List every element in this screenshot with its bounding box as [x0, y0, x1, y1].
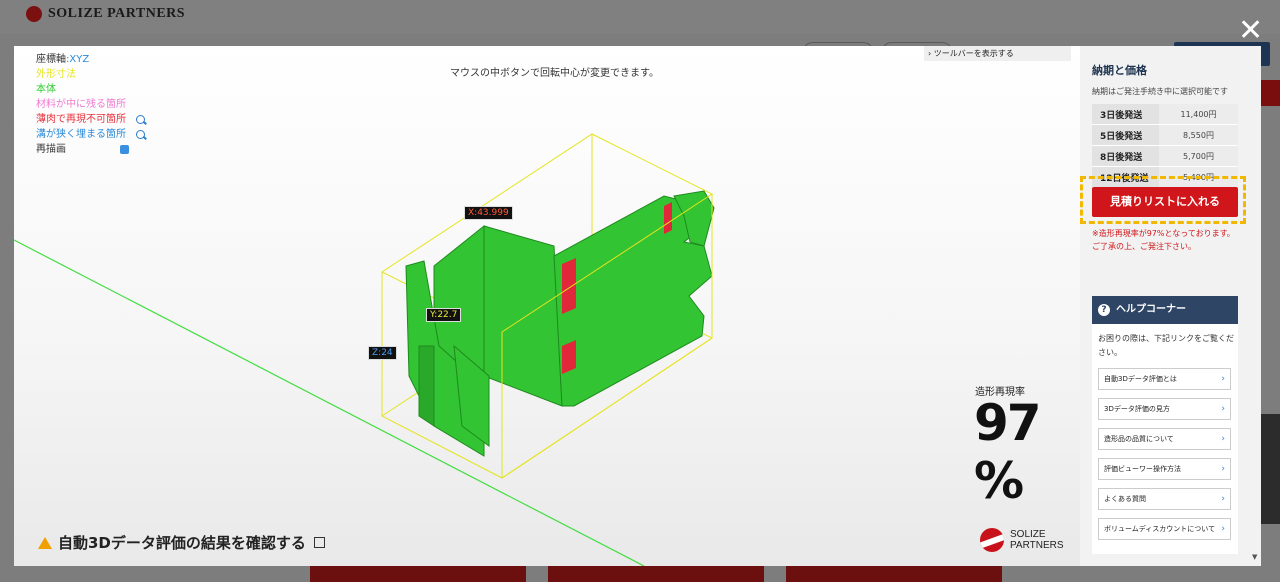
dimension-z-label: Z:24 — [368, 346, 397, 360]
help-link[interactable]: 評価ビューワー操作方法 › — [1098, 458, 1231, 480]
side-panel: 納期と価格 納期はご発注手続き中に選択可能です 3日後発送 11,400円 5日後発… — [1080, 46, 1261, 566]
scroll-down-icon[interactable]: ▼ — [1252, 553, 1257, 561]
warning-icon — [38, 536, 52, 549]
help-link[interactable]: よくある質問 › — [1098, 488, 1231, 510]
chevron-right-icon: › — [1221, 404, 1225, 414]
legend-axis-label: :XYZ — [66, 54, 90, 65]
help-link-label: 造形品の品質について — [1104, 435, 1174, 443]
legend-item: 座標軸:XYZ — [36, 52, 145, 67]
add-to-quote-button[interactable]: 見積りリストに入れる — [1092, 187, 1238, 217]
delivery-price: 11,400円 — [1159, 104, 1238, 125]
legend-item-label: 溝が狭く埋まる箇所 — [36, 129, 126, 140]
background-header: SOLIZE PARTNERS — [0, 0, 1280, 34]
price-row: 5日後発送 8,550円 — [1092, 124, 1238, 146]
legend-item-label: 座標軸 — [36, 54, 66, 65]
help-link-label: 3Dデータ評価の見方 — [1104, 405, 1170, 413]
legend-item-label: 本体 — [36, 84, 56, 95]
delivery-price: 5,700円 — [1159, 145, 1238, 167]
chevron-right-icon: › — [1221, 524, 1225, 534]
price-row: 8日後発送 5,700円 — [1092, 145, 1238, 167]
legend-item-label: 材料が中に残る箇所 — [36, 99, 126, 110]
legend-item[interactable]: 溝が狭く埋まる箇所 — [36, 127, 145, 142]
background-red-button — [548, 566, 764, 582]
help-title: ヘルプコーナー — [1116, 304, 1186, 315]
help-question-icon: ? — [1098, 304, 1110, 316]
panel-title: 納期と価格 — [1092, 64, 1147, 77]
background-logo: SOLIZE PARTNERS — [26, 6, 185, 22]
background-red-button — [310, 566, 526, 582]
delivery-days: 3日後発送 — [1092, 104, 1159, 125]
help-header: ? ヘルプコーナー — [1092, 296, 1238, 324]
help-link[interactable]: ボリュームディスカウントについて › — [1098, 518, 1231, 540]
dimension-y-label: Y:22.7 — [426, 308, 462, 322]
background-red-button — [786, 566, 1002, 582]
help-link-label: ボリュームディスカウントについて — [1104, 525, 1216, 533]
delivery-price: 8,550円 — [1159, 124, 1238, 146]
legend-item: 材料が中に残る箇所 — [36, 97, 145, 112]
chevron-right-icon: › — [1221, 494, 1225, 504]
legend-item[interactable]: 再描画 — [36, 142, 145, 157]
rotation-hint: マウスの中ボタンで回転中心が変更できます。 — [450, 68, 659, 79]
evaluation-modal: 座標軸:XYZ 外形寸法本体材料が中に残る箇所 薄肉で再現不可箇所 溝が狭く埋まる箇所… — [14, 46, 1261, 566]
logo-icon — [26, 6, 42, 22]
help-link[interactable]: 3Dデータ評価の見方 › — [1098, 398, 1231, 420]
legend-item-label: 再描画 — [36, 144, 66, 155]
close-icon[interactable]: ✕ — [1238, 16, 1263, 46]
panel-note: 納期はご発注手続き中に選択可能です — [1092, 87, 1228, 96]
reproduction-rate-value: 97 % — [974, 394, 1042, 510]
price-row: 3日後発送 11,400円 — [1092, 104, 1238, 125]
help-link[interactable]: 造形品の品質について › — [1098, 428, 1231, 450]
help-body: お困りの際は、下記リンクをご覧ください。 自動3Dデータ評価とは › 3Dデータ評価… — [1092, 324, 1238, 554]
search-icon[interactable] — [136, 115, 145, 124]
legend-item[interactable]: 薄肉で再現不可箇所 — [36, 112, 145, 127]
evaluation-result-link[interactable]: 自動3Dデータ評価の結果を確認する — [38, 532, 325, 553]
dimension-x-label: X:43.999 — [464, 206, 513, 220]
3d-viewer[interactable]: 座標軸:XYZ 外形寸法本体材料が中に残る箇所 薄肉で再現不可箇所 溝が狭く埋まる箇所… — [14, 46, 1080, 566]
toolbar-toggle[interactable]: › ツールバーを表示する — [924, 46, 1071, 61]
evaluation-result-link-label: 自動3Dデータ評価の結果を確認する — [58, 534, 306, 552]
search-icon[interactable] — [136, 130, 145, 139]
help-link-label: 評価ビューワー操作方法 — [1104, 465, 1181, 473]
3d-scene[interactable] — [14, 46, 1080, 566]
background-side-tab — [1258, 414, 1280, 524]
legend: 座標軸:XYZ 外形寸法本体材料が中に残る箇所 薄肉で再現不可箇所 溝が狭く埋まる箇所… — [36, 52, 145, 157]
reproduction-warning: ※造形再現率が97%となっております。ご了承の上、ご発注下さい。 — [1092, 229, 1235, 251]
refresh-icon[interactable] — [120, 145, 129, 154]
help-intro: お困りの際は、下記リンクをご覧ください。 — [1098, 334, 1234, 357]
brand-line1: SOLIZE — [1010, 529, 1046, 540]
legend-item: 外形寸法 — [36, 67, 145, 82]
solize-brand: SOLIZE PARTNERS — [980, 528, 1064, 552]
legend-item-label: 薄肉で再現不可箇所 — [36, 114, 126, 125]
chevron-right-icon: › — [1221, 464, 1225, 474]
background-red-bar — [1258, 80, 1280, 106]
legend-item-label: 外形寸法 — [36, 69, 76, 80]
delivery-days: 8日後発送 — [1092, 145, 1159, 167]
background-brand: SOLIZE PARTNERS — [48, 6, 186, 21]
brand-line2: PARTNERS — [1010, 540, 1064, 551]
help-link-label: よくある質問 — [1104, 495, 1146, 503]
external-link-icon — [313, 537, 325, 548]
delivery-days: 5日後発送 — [1092, 124, 1159, 146]
chevron-right-icon: › — [1221, 374, 1225, 384]
legend-item: 本体 — [36, 82, 145, 97]
help-link-label: 自動3Dデータ評価とは — [1104, 375, 1177, 383]
help-link[interactable]: 自動3Dデータ評価とは › — [1098, 368, 1231, 390]
chevron-right-icon: › — [1221, 434, 1225, 444]
brand-logo-icon — [980, 528, 1004, 552]
